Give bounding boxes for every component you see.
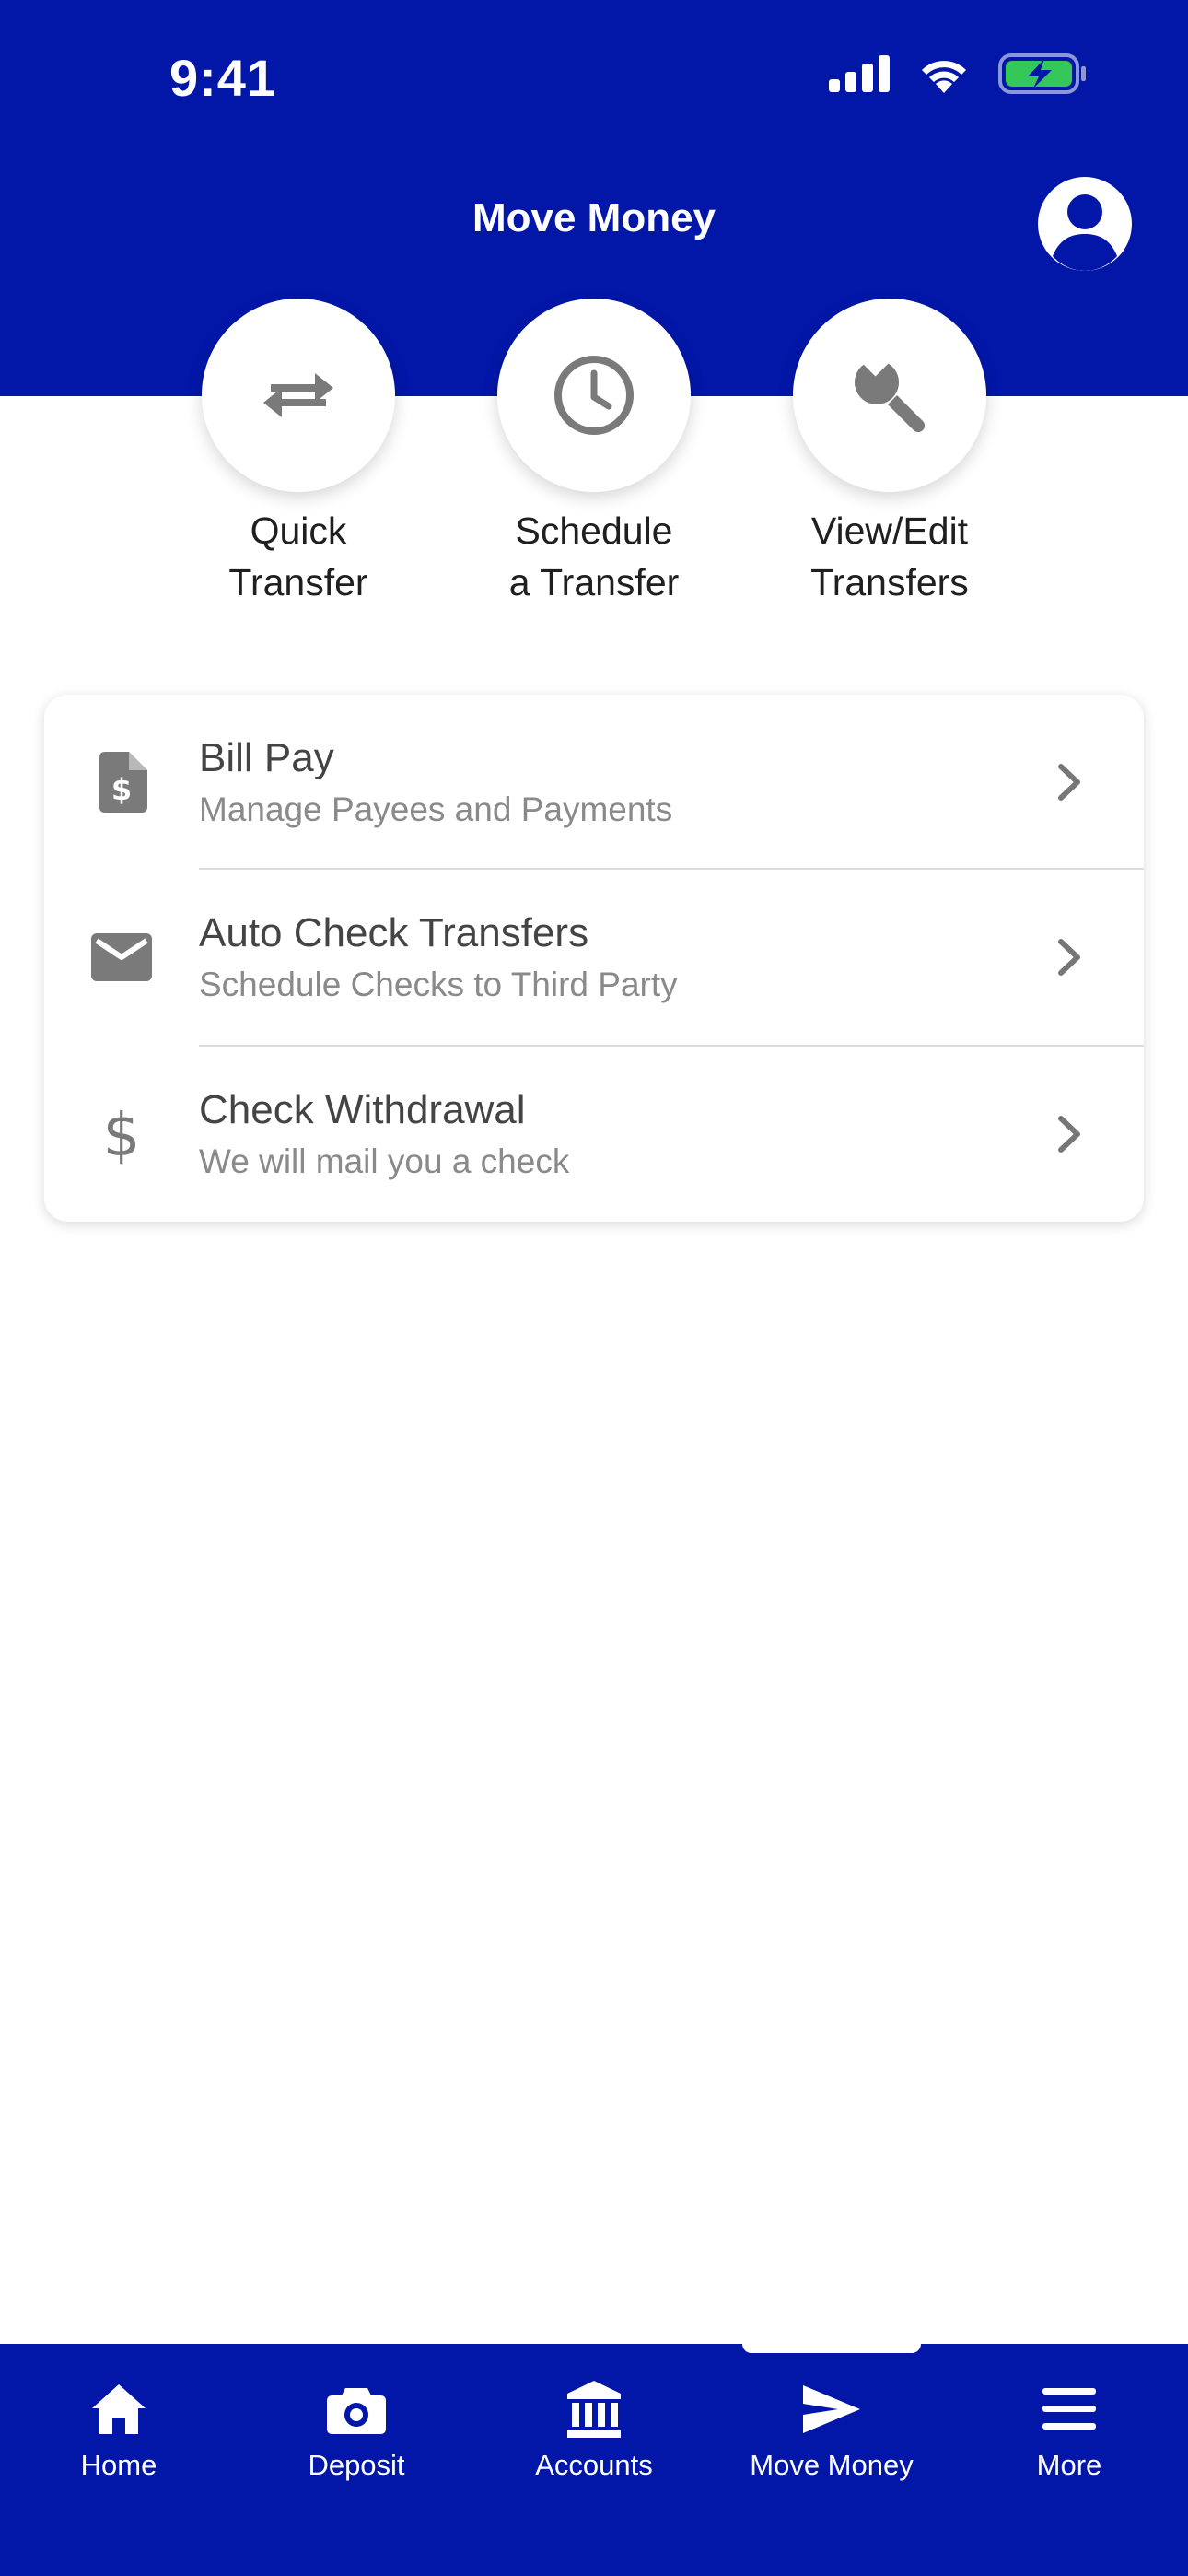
move-money-options-card: $ Bill Pay Manage Payees and Payments Au… bbox=[44, 695, 1144, 1222]
auto-check-transfers-subtitle: Schedule Checks to Third Party bbox=[199, 966, 678, 1003]
tab-more[interactable]: More bbox=[950, 2377, 1188, 2482]
status-bar: 9:41 bbox=[0, 0, 1188, 157]
wifi-icon bbox=[922, 61, 966, 93]
menu-item-auto-check-transfers[interactable]: Auto Check Transfers Schedule Checks to … bbox=[44, 870, 1144, 1045]
quick-transfer-button[interactable]: Quick Transfer bbox=[151, 299, 446, 608]
tab-accounts[interactable]: Accounts bbox=[475, 2377, 713, 2482]
home-icon bbox=[92, 2384, 146, 2434]
svg-text:$: $ bbox=[103, 1102, 141, 1166]
quick-transfer-label-1: Quick bbox=[250, 509, 347, 552]
bottom-tab-bar: Home Deposit Accounts Move Money More bbox=[0, 2344, 1188, 2576]
profile-button[interactable] bbox=[1038, 177, 1132, 271]
schedule-transfer-label-2: a Transfer bbox=[508, 561, 680, 603]
tab-accounts-label: Accounts bbox=[535, 2449, 653, 2481]
view-edit-transfers-button[interactable]: View/Edit Transfers bbox=[742, 299, 1037, 608]
check-withdrawal-subtitle: We will mail you a check bbox=[199, 1142, 570, 1180]
page-title: Move Money bbox=[472, 195, 716, 240]
chevron-right-icon bbox=[1058, 764, 1080, 801]
bill-pay-title: Bill Pay bbox=[199, 735, 334, 780]
tab-deposit[interactable]: Deposit bbox=[238, 2377, 475, 2482]
cellular-signal-icon bbox=[829, 55, 890, 92]
bill-document-icon: $ bbox=[85, 745, 158, 819]
schedule-transfer-button[interactable]: Schedule a Transfer bbox=[447, 299, 741, 608]
clock-icon bbox=[554, 356, 634, 435]
status-icons bbox=[829, 53, 1087, 94]
quick-transfer-circle[interactable] bbox=[202, 299, 395, 492]
envelope-icon bbox=[85, 920, 158, 994]
tab-move-money[interactable]: Move Money bbox=[713, 2377, 950, 2482]
wrench-icon bbox=[855, 349, 926, 433]
view-edit-transfers-circle[interactable] bbox=[793, 299, 986, 492]
swap-arrows-icon bbox=[263, 373, 333, 417]
tab-home-label: Home bbox=[80, 2449, 157, 2481]
auto-check-transfers-title: Auto Check Transfers bbox=[199, 910, 589, 955]
send-icon bbox=[803, 2385, 860, 2433]
check-withdrawal-title: Check Withdrawal bbox=[199, 1087, 526, 1132]
menu-item-check-withdrawal[interactable]: $ Check Withdrawal We will mail you a ch… bbox=[44, 1047, 1144, 1222]
view-edit-transfers-label-1: View/Edit bbox=[810, 509, 969, 552]
schedule-transfer-circle[interactable] bbox=[497, 299, 691, 492]
camera-icon bbox=[327, 2388, 386, 2434]
dollar-icon: $ bbox=[85, 1097, 158, 1171]
quick-actions: Quick Transfer Schedule a Transfer View/… bbox=[0, 299, 1188, 612]
tab-more-label: More bbox=[1036, 2449, 1102, 2481]
active-tab-indicator bbox=[742, 2340, 921, 2353]
battery-charging-icon bbox=[998, 53, 1086, 94]
quick-transfer-label-2: Transfer bbox=[228, 561, 368, 603]
chevron-right-icon bbox=[1058, 939, 1080, 976]
status-time: 9:41 bbox=[169, 49, 277, 107]
hamburger-menu-icon bbox=[1042, 2388, 1096, 2430]
tab-deposit-label: Deposit bbox=[308, 2449, 405, 2481]
tab-move-money-label: Move Money bbox=[750, 2449, 914, 2481]
tab-home[interactable]: Home bbox=[0, 2377, 238, 2482]
bank-icon bbox=[567, 2381, 621, 2438]
bill-pay-subtitle: Manage Payees and Payments bbox=[199, 790, 673, 828]
menu-item-bill-pay[interactable]: $ Bill Pay Manage Payees and Payments bbox=[44, 695, 1144, 870]
schedule-transfer-label-1: Schedule bbox=[515, 509, 673, 552]
svg-text:$: $ bbox=[111, 772, 132, 807]
chevron-right-icon bbox=[1058, 1116, 1080, 1153]
view-edit-transfers-label-2: Transfers bbox=[810, 561, 969, 603]
user-avatar-icon bbox=[1053, 194, 1117, 271]
